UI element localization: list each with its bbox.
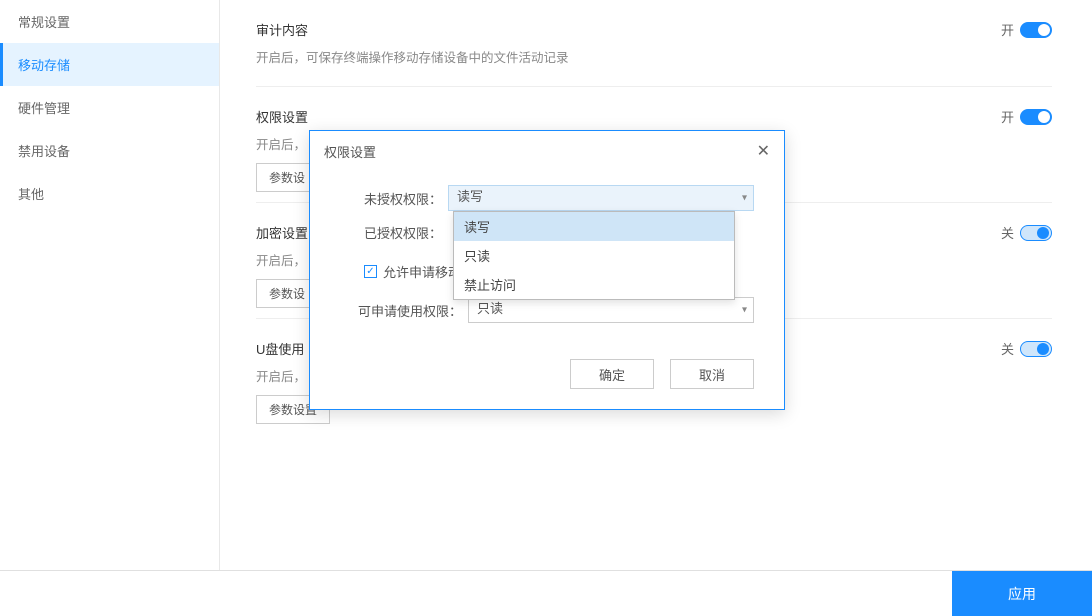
- dialog-header: 权限设置 ✕: [310, 131, 784, 171]
- section-title: 审计内容: [256, 20, 1052, 39]
- dialog-title: 权限设置: [324, 142, 376, 161]
- sidebar-item-other[interactable]: 其他: [0, 172, 219, 215]
- section-audit: 审计内容 开启后，可保存终端操作移动存储设备中的文件活动记录 开: [256, 0, 1052, 87]
- dialog-footer: 确定 取消: [310, 345, 784, 409]
- unauth-perm-label: 未授权权限：: [350, 189, 448, 208]
- toggle-udisk[interactable]: [1020, 341, 1052, 357]
- sidebar-item-disabled-devices[interactable]: 禁用设备: [0, 129, 219, 172]
- cancel-button[interactable]: 取消: [670, 359, 754, 389]
- sidebar: 常规设置 移动存储 硬件管理 禁用设备 其他: [0, 0, 220, 570]
- row-apply-perm: 可申请使用权限： 只读 ▾: [350, 297, 754, 323]
- toggle-audit[interactable]: [1020, 22, 1052, 38]
- select-value: 只读: [477, 301, 503, 316]
- apply-perm-label: 可申请使用权限：: [350, 301, 468, 320]
- sidebar-item-hardware[interactable]: 硬件管理: [0, 86, 219, 129]
- apply-perm-select[interactable]: 只读 ▾: [468, 297, 754, 323]
- approval-checkbox[interactable]: ✓: [364, 265, 377, 278]
- dropdown-option-deny[interactable]: 禁止访问: [454, 270, 734, 299]
- sidebar-item-general[interactable]: 常规设置: [0, 0, 219, 43]
- row-unauth-perm: 未授权权限： 读写 ▾: [350, 185, 754, 211]
- toggle-label: 关: [1001, 339, 1014, 358]
- toggle-wrap: 关: [1001, 223, 1052, 242]
- dropdown-option-readwrite[interactable]: 读写: [454, 212, 734, 241]
- ok-button[interactable]: 确定: [570, 359, 654, 389]
- close-icon[interactable]: ✕: [757, 141, 770, 161]
- toggle-wrap: 开: [1001, 20, 1052, 39]
- section-title: 权限设置: [256, 107, 1052, 126]
- section-desc: 开启后，可保存终端操作移动存储设备中的文件活动记录: [256, 47, 1052, 66]
- dropdown-option-readonly[interactable]: 只读: [454, 241, 734, 270]
- unauth-perm-dropdown: 读写 只读 禁止访问: [453, 211, 735, 300]
- toggle-label: 关: [1001, 223, 1014, 242]
- unauth-perm-select[interactable]: 读写 ▾: [448, 185, 754, 211]
- chevron-down-icon: ▾: [742, 193, 747, 204]
- toggle-encrypt[interactable]: [1020, 225, 1052, 241]
- footer: 应用: [0, 570, 1092, 616]
- auth-perm-label: 已授权权限：: [350, 223, 448, 242]
- select-value: 读写: [457, 189, 483, 204]
- toggle-label: 开: [1001, 20, 1014, 39]
- apply-button[interactable]: 应用: [952, 571, 1092, 616]
- toggle-wrap: 关: [1001, 339, 1052, 358]
- toggle-permission[interactable]: [1020, 109, 1052, 125]
- toggle-label: 开: [1001, 107, 1014, 126]
- toggle-wrap: 开: [1001, 107, 1052, 126]
- chevron-down-icon: ▾: [742, 305, 747, 316]
- sidebar-item-mobile-storage[interactable]: 移动存储: [0, 43, 219, 86]
